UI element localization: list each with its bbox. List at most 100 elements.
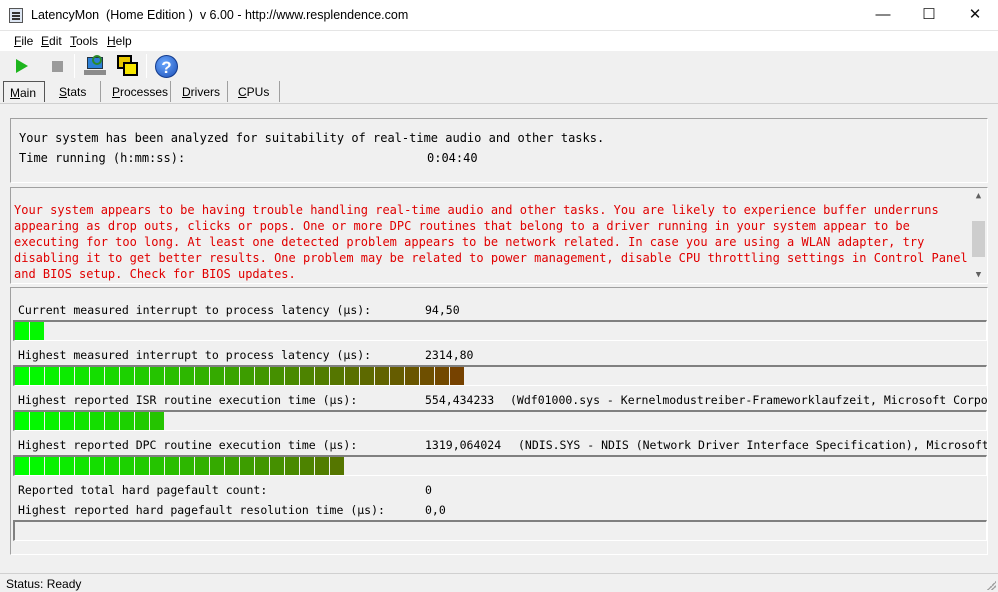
menu-edit[interactable]: Edit: [41, 34, 62, 48]
time-running-label: Time running (h:mm:ss):: [19, 151, 186, 165]
meter-segment: [90, 412, 104, 430]
warning-text: Your system appears to be having trouble…: [14, 203, 968, 281]
meter-segment: [135, 457, 149, 475]
meter-segment: [300, 457, 314, 475]
meter-segment: [255, 367, 269, 385]
meter-segment: [330, 457, 344, 475]
dpc-driver-detail: (NDIS.SYS - NDIS (Network Driver Interfa…: [518, 438, 987, 452]
meter-segment: [195, 457, 209, 475]
meter-segment: [225, 367, 239, 385]
maximize-button[interactable]: ☐: [906, 0, 952, 31]
meter-segment: [435, 367, 449, 385]
meter-segment: [240, 457, 254, 475]
resize-grip-icon[interactable]: [986, 580, 996, 590]
meter-graphic: [15, 457, 344, 475]
meter-segment: [90, 457, 104, 475]
scroll-up-icon[interactable]: ▲: [970, 188, 987, 204]
meter-segment: [210, 457, 224, 475]
isr-driver-detail: (Wdf01000.sys - Kernelmodustreiber-Frame…: [510, 393, 987, 407]
meter-segment: [210, 367, 224, 385]
meter-segment: [45, 457, 59, 475]
toolbar-separator: [146, 54, 147, 78]
help-icon[interactable]: ?: [155, 55, 178, 78]
toolbar: ?: [0, 51, 998, 81]
dpc-time-value: 1319,064024: [425, 438, 502, 452]
warning-panel: Your system appears to be having trouble…: [10, 187, 988, 284]
dpc-time-label: Highest reported DPC routine execution t…: [18, 438, 358, 452]
meter-segment: [75, 457, 89, 475]
pagefault-count-value: 0: [425, 483, 432, 497]
meter-segment: [45, 367, 59, 385]
meter-segment: [180, 457, 194, 475]
current-latency-value: 94,50: [425, 303, 460, 317]
dpc-time-meter: [13, 455, 987, 476]
meter-segment: [15, 367, 29, 385]
meter-segment: [225, 457, 239, 475]
meter-segment: [285, 367, 299, 385]
pagefault-resolution-value: 0,0: [425, 503, 446, 517]
meter-segment: [105, 457, 119, 475]
meter-segment: [30, 412, 44, 430]
measurements-panel: Current measured interrupt to process la…: [10, 287, 988, 555]
meter-segment: [240, 367, 254, 385]
meter-segment: [150, 457, 164, 475]
tab-divider: [0, 103, 998, 104]
meter-segment: [360, 367, 374, 385]
meter-segment: [165, 367, 179, 385]
title-bar: LatencyMon (Home Edition ) v 6.00 - http…: [0, 0, 998, 31]
tab-drivers[interactable]: Drivers: [176, 81, 228, 102]
tab-processes[interactable]: Processes: [106, 81, 171, 102]
scroll-down-icon[interactable]: ▼: [970, 267, 987, 283]
meter-graphic: [15, 522, 985, 540]
meter-segment: [60, 367, 74, 385]
meter-segment: [30, 367, 44, 385]
current-latency-meter: [13, 320, 987, 341]
meter-segment: [300, 367, 314, 385]
meter-segment: [330, 367, 344, 385]
stop-icon[interactable]: [52, 61, 63, 72]
menu-help[interactable]: Help: [107, 34, 132, 48]
meter-segment: [255, 457, 269, 475]
meter-segment: [375, 367, 389, 385]
meter-segment: [135, 412, 149, 430]
meter-segment: [120, 457, 134, 475]
meter-segment: [165, 457, 179, 475]
isr-time-value: 554,434233: [425, 393, 495, 407]
minimize-button[interactable]: —: [860, 0, 906, 31]
meter-segment: [15, 412, 29, 430]
windows-icon[interactable]: [117, 55, 139, 77]
scroll-thumb[interactable]: [972, 221, 985, 257]
start-icon[interactable]: [16, 59, 28, 73]
pagefault-resolution-meter: [13, 520, 987, 541]
tab-main[interactable]: Main: [3, 81, 45, 102]
isr-time-meter: [13, 410, 987, 431]
menu-file[interactable]: File: [14, 34, 33, 48]
pagefault-resolution-label: Highest reported hard pagefault resoluti…: [18, 503, 385, 517]
meter-segment: [135, 367, 149, 385]
time-running-value: 0:04:40: [427, 151, 478, 165]
highest-latency-meter: [13, 365, 987, 386]
meter-graphic: [15, 322, 44, 340]
app-icon: [9, 8, 23, 23]
tab-stats[interactable]: Stats: [53, 81, 101, 102]
meter-segment: [270, 457, 284, 475]
meter-segment: [15, 457, 29, 475]
meter-segment: [420, 367, 434, 385]
meter-segment: [45, 412, 59, 430]
computer-search-icon[interactable]: [84, 55, 106, 77]
tab-cpus[interactable]: CPUs: [232, 81, 280, 102]
meter-segment: [30, 457, 44, 475]
meter-segment: [105, 412, 119, 430]
meter-segment: [150, 367, 164, 385]
status-bar: Status: Ready: [0, 573, 998, 592]
warning-scrollbar[interactable]: ▲ ▼: [970, 188, 987, 283]
menu-tools[interactable]: Tools: [70, 34, 98, 48]
close-button[interactable]: ✕: [952, 0, 998, 31]
meter-segment: [390, 367, 404, 385]
meter-segment: [90, 367, 104, 385]
meter-segment: [180, 367, 194, 385]
highest-latency-label: Highest measured interrupt to process la…: [18, 348, 372, 362]
menu-bar: File Edit Tools Help: [0, 31, 998, 51]
window-title: LatencyMon (Home Edition ) v 6.00 - http…: [31, 8, 409, 22]
meter-segment: [75, 367, 89, 385]
